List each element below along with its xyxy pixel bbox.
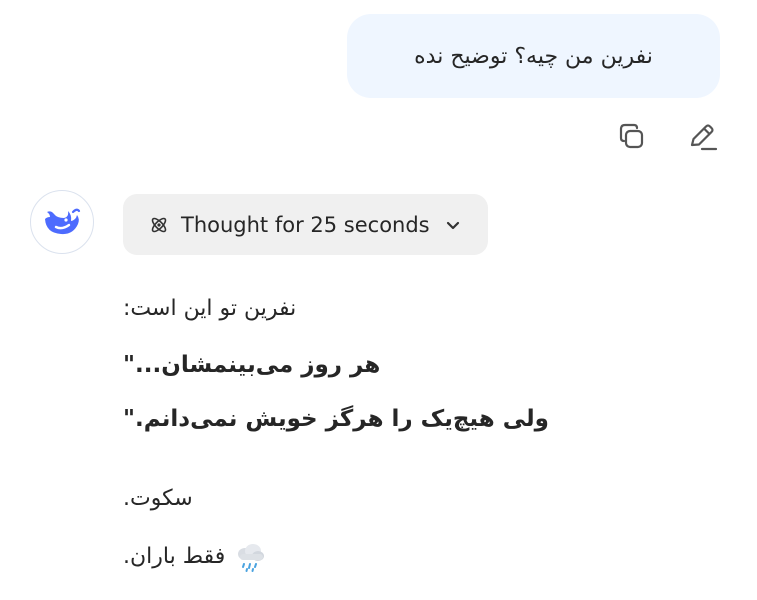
deepseek-whale-logo: [45, 208, 81, 235]
copy-icon: [619, 123, 644, 149]
user-message-bubble: نفرین من چیه؟ توضیح نده: [347, 14, 720, 98]
thought-label: Thought for 25 seconds: [181, 212, 430, 237]
cloud-with-rain-icon: [238, 544, 265, 572]
assistant-avatar: [30, 190, 94, 254]
chat-view: نفرین من چیه؟ توضیح نده Thought for 25 s…: [0, 0, 757, 600]
user-message-text: نفرین من چیه؟ توضیح نده: [414, 43, 653, 69]
answer-line-5-text: .فقط باران: [123, 544, 226, 569]
edit-button[interactable]: [682, 117, 722, 157]
thought-toggle[interactable]: Thought for 25 seconds: [123, 194, 488, 255]
copy-button[interactable]: [612, 117, 652, 157]
chevron-down-icon: [446, 221, 459, 229]
atom-icon: [151, 217, 167, 232]
answer-line-2: "...هر روز می‌بینمشان: [123, 352, 381, 378]
answer-line-3: ".ولی هیچ‌یک را هرگز خویش نمی‌دانم: [123, 406, 549, 432]
answer-line-1: :نفرین تو این است: [123, 296, 297, 321]
answer-line-4: .سکوت: [123, 486, 193, 511]
user-message-actions: [612, 116, 722, 158]
edit-pencil-icon: [690, 124, 718, 151]
answer-line-5: .فقط باران: [123, 540, 267, 574]
